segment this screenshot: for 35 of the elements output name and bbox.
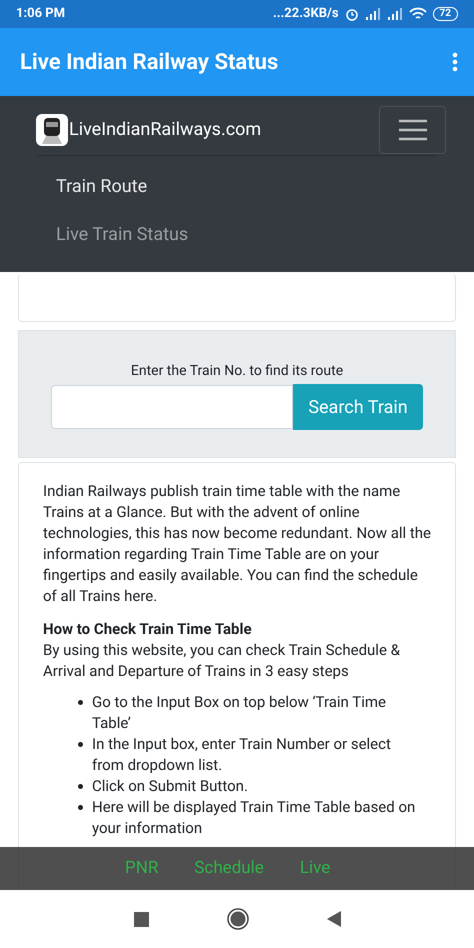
step-text: Go to the Input Box on top below ‘Train Time Table’	[92, 692, 387, 734]
recents-icon[interactable]	[134, 912, 148, 926]
battery-icon: 72	[432, 7, 458, 21]
bullet-icon	[78, 700, 83, 705]
site-brand[interactable]: LiveIndianRailways.com	[69, 116, 262, 143]
more-icon[interactable]	[452, 52, 458, 72]
nav-link[interactable]: Live Train Status	[56, 210, 438, 258]
step-text: Here will be displayed Train Time Table based on your information	[92, 797, 416, 839]
wifi-icon	[408, 7, 427, 21]
menu-icon	[398, 118, 428, 140]
app-title: Live Indian Railway Status	[20, 48, 278, 76]
bullet-icon	[78, 784, 83, 789]
nav-link[interactable]: Train Route	[56, 162, 438, 210]
back-icon[interactable]	[326, 911, 340, 927]
bottom-tab[interactable]: PNR	[125, 856, 158, 882]
search-label: Enter the Train No. to find its route	[130, 362, 344, 381]
menu-toggle-button[interactable]	[379, 106, 446, 154]
status-time: 1:06 PM	[16, 5, 66, 24]
bullet-icon	[78, 805, 83, 810]
step-text: In the Input box, enter Train Number or select from dropdown list.	[92, 734, 392, 776]
signal-icon	[386, 8, 403, 20]
train-number-field[interactable]	[51, 385, 294, 429]
bullet-icon	[78, 742, 83, 747]
alarm-icon	[344, 7, 359, 21]
section-heading: How to Check Train Time Table	[43, 619, 253, 640]
bottom-tab[interactable]: Schedule	[194, 856, 264, 882]
intro-paragraph: Indian Railways publish train time table with the name Trains at a Glance. But with the advent of online technologies, this has now become redundant. Now all the information regarding Train Time Table are on your fingertips and easily available. You can find the schedule of all Trains here.	[43, 481, 431, 607]
home-icon[interactable]	[226, 908, 248, 930]
signal-icon	[364, 8, 381, 20]
search-train-button[interactable]: Search Train	[293, 384, 423, 430]
train-logo-icon	[36, 114, 68, 146]
bottom-tab[interactable]: Live	[300, 856, 330, 882]
network-speed: ...22.3KB/s	[272, 5, 339, 24]
section-text: By using this website, you can check Train Schedule & Arrival and Departure of Trains in 3 easy steps	[43, 640, 401, 682]
step-text: Click on Submit Button.	[92, 776, 248, 797]
